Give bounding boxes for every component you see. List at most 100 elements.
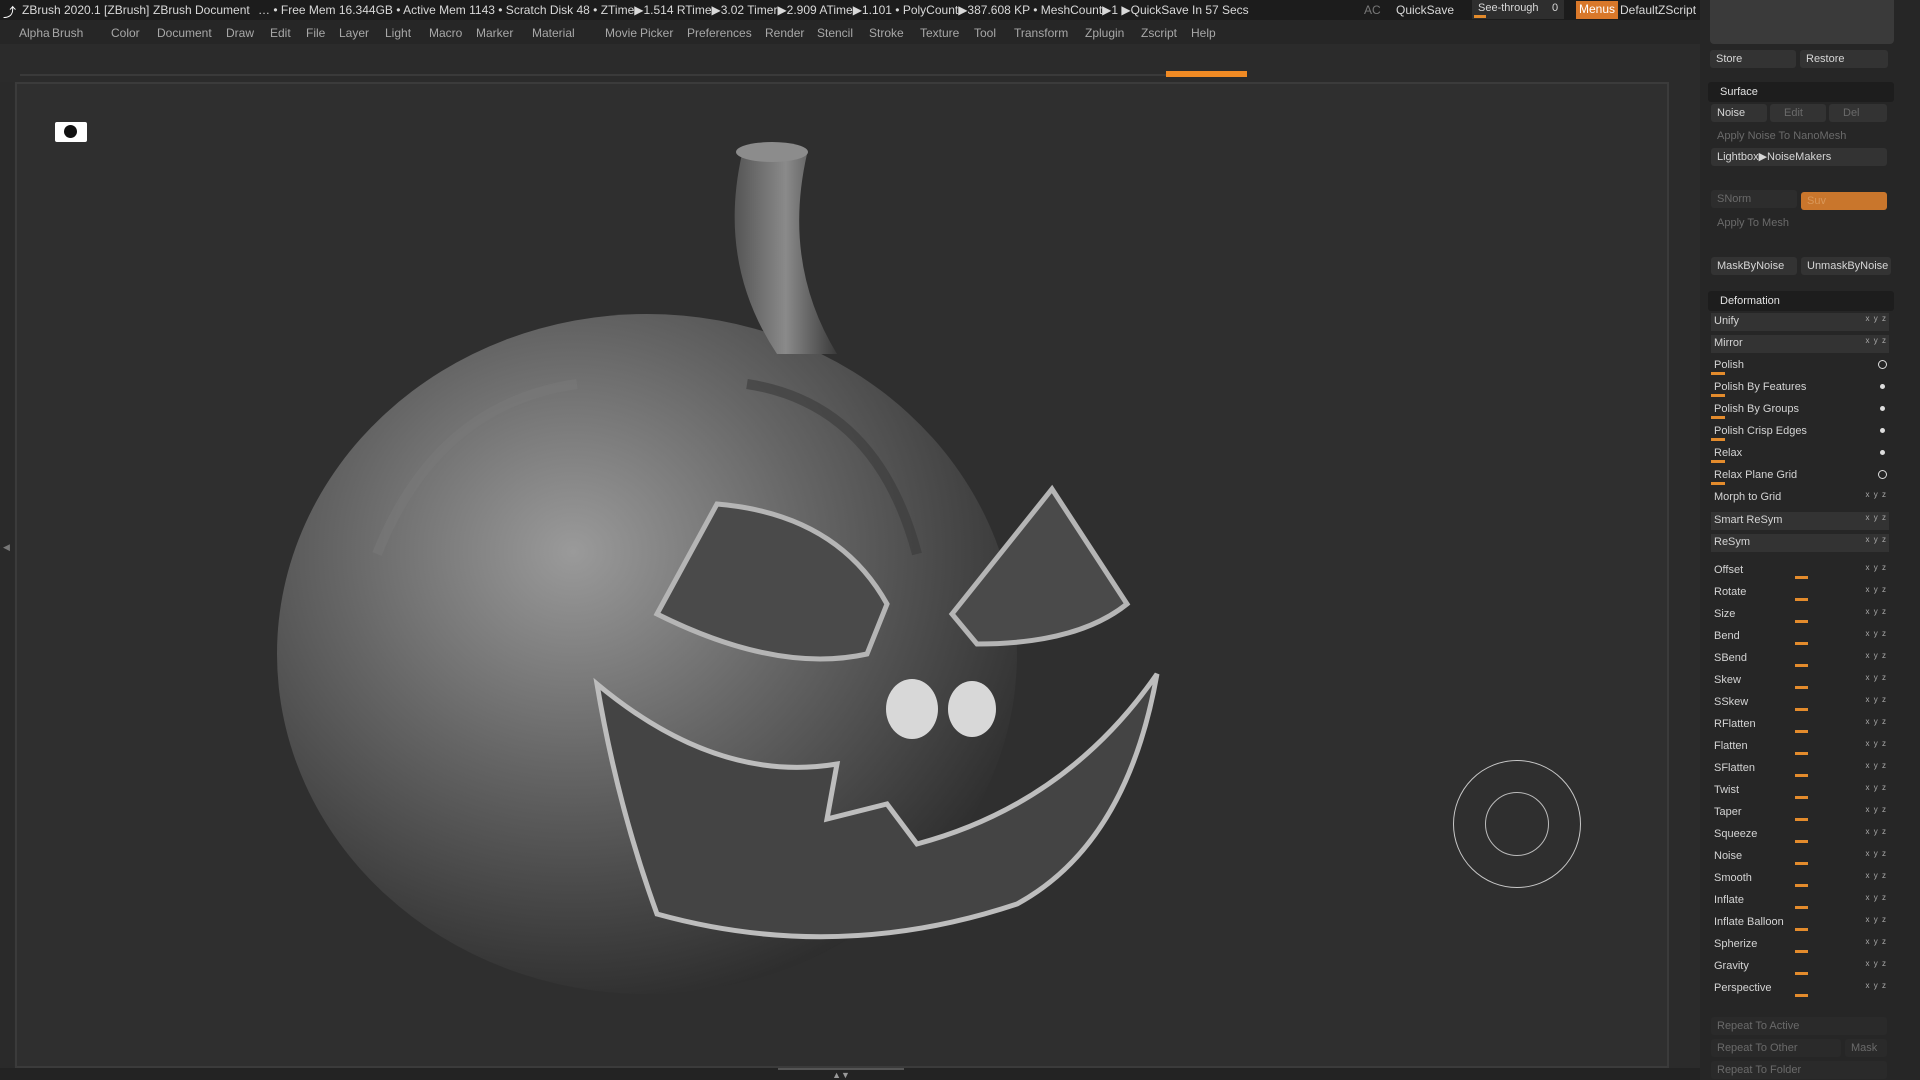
menu-document[interactable]: Document [157,26,212,40]
menu-tool[interactable]: Tool [974,26,996,40]
axis-toggle-icon[interactable]: x y z [1866,336,1887,345]
repeat-to-active-button[interactable]: Repeat To Active [1711,1017,1887,1035]
deform-size[interactable]: Size x y z [1711,606,1889,624]
axis-toggle-icon[interactable]: x y z [1866,805,1887,814]
deform-sbend[interactable]: SBend x y z [1711,650,1889,668]
deform-relax-plane-grid[interactable]: Relax Plane Grid [1711,467,1889,485]
deform-smooth[interactable]: Smooth x y z [1711,870,1889,888]
apply-noise-nanomesh-button[interactable]: Apply Noise To NanoMesh [1711,127,1887,145]
axis-toggle-icon[interactable]: x y z [1866,937,1887,946]
deform-sskew[interactable]: SSkew x y z [1711,694,1889,712]
axis-toggle-icon[interactable]: x y z [1866,827,1887,836]
deform-noise[interactable]: Noise x y z [1711,848,1889,866]
deform-inflate[interactable]: Inflate x y z [1711,892,1889,910]
tool-thumbnail[interactable] [1710,0,1894,44]
menu-render[interactable]: Render [765,26,804,40]
axis-toggle-icon[interactable]: x y z [1866,629,1887,638]
apply-to-mesh-button[interactable]: Apply To Mesh [1711,214,1887,232]
surface-section-header[interactable]: Surface [1708,82,1894,102]
unmask-by-noise-button[interactable]: UnmaskByNoise [1801,257,1891,275]
quicksave-button[interactable]: QuickSave [1396,3,1454,17]
menu-layer[interactable]: Layer [339,26,369,40]
canvas-viewport[interactable] [15,82,1669,1068]
axis-toggle-icon[interactable]: x y z [1866,695,1887,704]
deform-resym[interactable]: ReSym x y z [1711,534,1889,552]
menu-movie[interactable]: Movie [605,26,637,40]
store-button[interactable]: Store [1710,50,1796,68]
deformation-section-header[interactable]: Deformation [1708,291,1894,311]
axis-toggle-icon[interactable]: x y z [1866,314,1887,323]
deform-twist[interactable]: Twist x y z [1711,782,1889,800]
menu-material[interactable]: Material [532,26,575,40]
noise-del-button[interactable]: Del [1829,104,1887,122]
menu-stroke[interactable]: Stroke [869,26,904,40]
deform-inflate-balloon[interactable]: Inflate Balloon x y z [1711,914,1889,932]
deform-offset[interactable]: Offset x y z [1711,562,1889,580]
bottom-shelf[interactable]: ▲▼ [0,1068,1700,1080]
polish-toggle-icon[interactable] [1880,384,1885,389]
noise-edit-button[interactable]: Edit [1770,104,1826,122]
polish-toggle-icon[interactable] [1878,360,1887,369]
polish-toggle-icon[interactable] [1880,428,1885,433]
axis-toggle-icon[interactable]: x y z [1866,651,1887,660]
menu-file[interactable]: File [306,26,325,40]
menu-help[interactable]: Help [1191,26,1216,40]
axis-toggle-icon[interactable]: x y z [1866,673,1887,682]
axis-toggle-icon[interactable]: x y z [1866,959,1887,968]
mask-by-noise-button[interactable]: MaskByNoise [1711,257,1797,275]
menu-transform[interactable]: Transform [1014,26,1068,40]
menu-color[interactable]: Color [111,26,140,40]
deform-morph-to-grid[interactable]: Morph to Grid x y z [1711,489,1889,507]
polish-toggle-icon[interactable] [1880,450,1885,455]
axis-toggle-icon[interactable]: x y z [1866,717,1887,726]
repeat-to-folder-button[interactable]: Repeat To Folder [1711,1061,1887,1079]
deform-polish-crisp-edges[interactable]: Polish Crisp Edges [1711,423,1889,441]
axis-toggle-icon[interactable]: x y z [1866,893,1887,902]
seethrough-slider[interactable]: See-through 0 [1472,0,1564,19]
menu-macro[interactable]: Macro [429,26,462,40]
gyro-inner-ring[interactable] [1485,792,1549,856]
ac-label[interactable]: AC [1364,3,1381,17]
restore-button[interactable]: Restore [1800,50,1888,68]
deform-perspective[interactable]: Perspective x y z [1711,980,1889,998]
deform-relax[interactable]: Relax [1711,445,1889,463]
axis-toggle-icon[interactable]: x y z [1866,783,1887,792]
axis-toggle-icon[interactable]: x y z [1866,739,1887,748]
menu-draw[interactable]: Draw [226,26,254,40]
polish-toggle-icon[interactable] [1878,470,1887,479]
deform-polish-by-features[interactable]: Polish By Features [1711,379,1889,397]
repeat-to-other-button[interactable]: Repeat To Other [1711,1039,1841,1057]
noise-button[interactable]: Noise [1711,104,1767,122]
menu-alpha[interactable]: Alpha [19,26,50,40]
deform-smart-resym[interactable]: Smart ReSym x y z [1711,512,1889,530]
polish-toggle-icon[interactable] [1880,406,1885,411]
snorm-slider[interactable]: SNorm [1711,190,1797,208]
axis-toggle-icon[interactable]: x y z [1866,871,1887,880]
menu-stencil[interactable]: Stencil [817,26,853,40]
bottom-shelf-toggle-icon[interactable]: ▲▼ [778,1068,904,1080]
axis-toggle-icon[interactable]: x y z [1866,563,1887,572]
deform-polish[interactable]: Polish [1711,357,1889,375]
zbrush-logo-icon[interactable]: ⤴ [3,2,16,21]
deform-mirror[interactable]: Mirror x y z [1711,335,1889,353]
lightbox-noisemakers-button[interactable]: Lightbox▶NoiseMakers [1711,148,1887,166]
menu-light[interactable]: Light [385,26,411,40]
axis-toggle-icon[interactable]: x y z [1866,585,1887,594]
menu-brush[interactable]: Brush [52,26,83,40]
left-tray[interactable]: ◀ [0,82,14,1072]
deform-rotate[interactable]: Rotate x y z [1711,584,1889,602]
axis-toggle-icon[interactable]: x y z [1866,535,1887,544]
shelf-scroll-indicator[interactable] [1166,71,1247,77]
axis-toggle-icon[interactable]: x y z [1866,915,1887,924]
menu-edit[interactable]: Edit [270,26,291,40]
deform-squeeze[interactable]: Squeeze x y z [1711,826,1889,844]
deform-sflatten[interactable]: SFlatten x y z [1711,760,1889,778]
deform-rflatten[interactable]: RFlatten x y z [1711,716,1889,734]
menu-texture[interactable]: Texture [920,26,959,40]
deform-flatten[interactable]: Flatten x y z [1711,738,1889,756]
axis-toggle-icon[interactable]: x y z [1866,607,1887,616]
menus-button[interactable]: Menus [1576,1,1619,19]
gyro-navigation-ring[interactable] [1453,760,1581,888]
deform-skew[interactable]: Skew x y z [1711,672,1889,690]
left-tray-arrow-icon[interactable]: ◀ [3,542,10,553]
